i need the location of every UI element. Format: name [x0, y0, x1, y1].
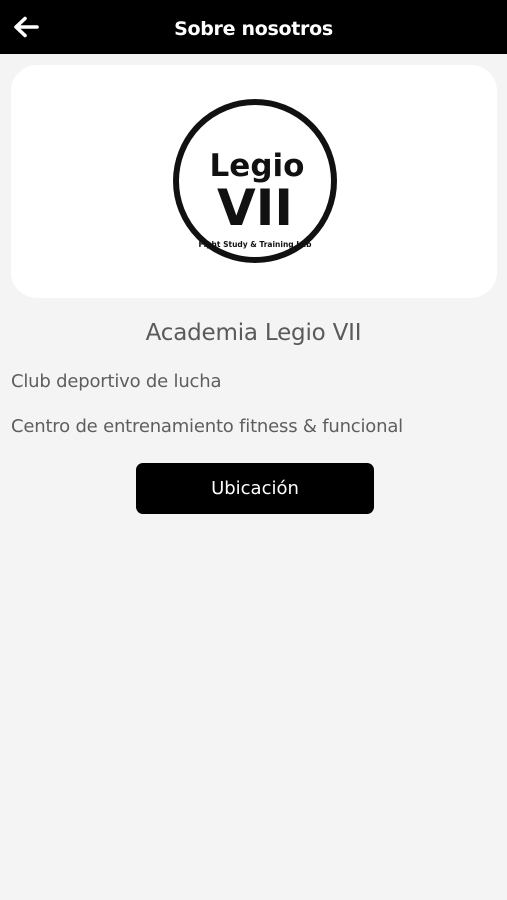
logo-card: Legio VII Fight Study & Training Lab [11, 65, 497, 298]
legio-vii-logo: Legio VII Fight Study & Training Lab [171, 97, 339, 265]
logo-tagline: Fight Study & Training Lab [198, 240, 312, 249]
academy-title: Academia Legio VII [145, 320, 362, 346]
page-title: Sobre nosotros [174, 18, 333, 40]
app-bar: Sobre nosotros [0, 0, 507, 54]
description-center: Centro de entrenamiento fitness & funcio… [11, 416, 403, 437]
logo-line2: VII [217, 179, 293, 237]
location-button[interactable]: Ubicación [136, 463, 374, 514]
description-club: Club deportivo de lucha [11, 371, 222, 392]
